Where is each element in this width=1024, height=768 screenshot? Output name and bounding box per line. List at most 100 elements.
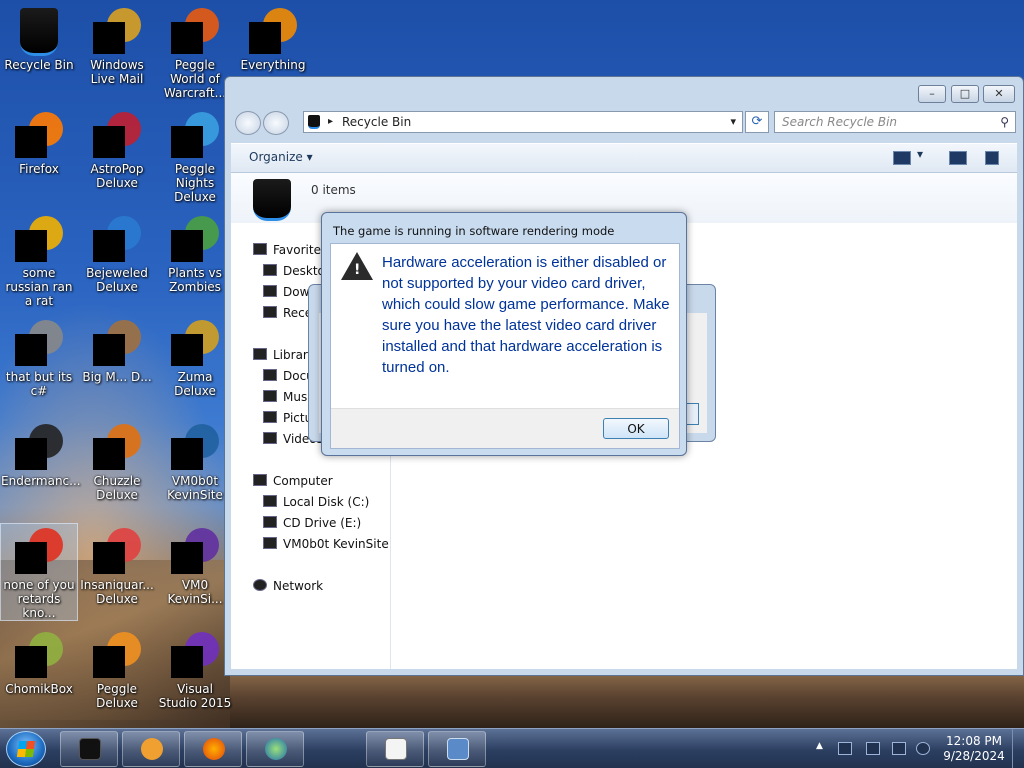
hard-drive-icon bbox=[263, 495, 277, 507]
minimize-button[interactable]: – bbox=[918, 85, 946, 103]
taskbar-recycle-bin[interactable] bbox=[60, 731, 118, 767]
nav-network[interactable]: Network bbox=[253, 579, 323, 593]
redacted-block bbox=[249, 22, 281, 54]
desktop-icon-12[interactable]: Zuma Deluxe bbox=[157, 316, 233, 398]
firefox-icon bbox=[203, 738, 225, 760]
nav-network-label: Network bbox=[273, 579, 324, 593]
volume-icon[interactable] bbox=[916, 742, 930, 755]
taskbar-firefox[interactable] bbox=[184, 731, 242, 767]
desktop-icon-16[interactable]: none of you retards kno... bbox=[0, 523, 78, 621]
redacted-block bbox=[15, 542, 47, 574]
desktop-icon-3[interactable]: Everything bbox=[235, 4, 311, 72]
desktop-icon-label: AstroPop Deluxe bbox=[90, 162, 144, 190]
desktop-icon-label: Peggle Deluxe bbox=[96, 682, 138, 710]
desktop-icon-18[interactable]: VM0 KevinSi... bbox=[157, 524, 233, 606]
search-placeholder: Search Recycle Bin bbox=[782, 115, 898, 129]
app-icon bbox=[93, 8, 141, 56]
views-icon[interactable] bbox=[893, 151, 911, 165]
desktop-icon-4[interactable]: Firefox bbox=[1, 108, 77, 176]
taskbar-download-manager[interactable] bbox=[246, 731, 304, 767]
desktop-icon-label: Windows Live Mail bbox=[90, 58, 144, 86]
clock[interactable]: 12:08 PM 9/28/2024 bbox=[934, 734, 1014, 764]
desktop-icon-15[interactable]: VM0b0t KevinSite bbox=[157, 420, 233, 502]
window-titlebar[interactable]: – □ ✕ bbox=[225, 77, 1023, 107]
system-tray: ▲ 12:08 PM 9/28/2024 bbox=[812, 729, 1024, 768]
taskbar-solitaire[interactable] bbox=[366, 731, 424, 767]
desktop-icon-21[interactable]: Visual Studio 2015 bbox=[157, 628, 233, 710]
action-center-icon[interactable] bbox=[838, 742, 852, 755]
app-icon bbox=[93, 632, 141, 680]
search-input[interactable]: Search Recycle Bin ⚲ bbox=[774, 111, 1016, 133]
views-dropdown-icon[interactable]: ▾ bbox=[917, 147, 927, 161]
show-desktop-button[interactable] bbox=[1012, 729, 1024, 768]
nav-cd-drive[interactable]: CD Drive (E:) bbox=[263, 516, 361, 530]
forward-button[interactable] bbox=[263, 111, 289, 135]
desktop-icon-9[interactable]: Plants vs Zombies bbox=[157, 212, 233, 294]
desktop-icon-19[interactable]: ChomikBox bbox=[1, 628, 77, 696]
organize-menu[interactable]: Organize ▾ bbox=[249, 150, 313, 164]
desktop-icon-7[interactable]: some russian ran a rat bbox=[1, 212, 77, 308]
recycle-bin-small-icon bbox=[308, 115, 320, 129]
back-button[interactable] bbox=[235, 111, 261, 135]
desktop-icon-6[interactable]: Peggle Nights Deluxe bbox=[157, 108, 233, 204]
redacted-block bbox=[93, 438, 125, 470]
desktop-icon-1[interactable]: Windows Live Mail bbox=[79, 4, 155, 86]
network-tray-icon[interactable] bbox=[892, 742, 906, 755]
address-dropdown-icon[interactable]: ▾ bbox=[730, 112, 736, 132]
windows-logo-icon bbox=[16, 741, 36, 757]
desktop-icon-label: some russian ran a rat bbox=[5, 266, 73, 308]
installer-icon bbox=[447, 738, 469, 760]
redacted-block bbox=[15, 646, 47, 678]
taskbar-media-player[interactable] bbox=[122, 731, 180, 767]
desktop-icon-label: Everything bbox=[240, 58, 306, 72]
desktop-icon-0[interactable]: Recycle Bin bbox=[1, 4, 77, 72]
redacted-block bbox=[171, 334, 203, 366]
libraries-icon bbox=[253, 348, 267, 360]
desktop-icon-10[interactable]: that but its c# bbox=[1, 316, 77, 398]
address-bar[interactable]: ▸ Recycle Bin ▾ bbox=[303, 111, 743, 133]
nav-favorites[interactable]: Favorites bbox=[253, 243, 327, 257]
dialog-message: Hardware acceleration is either disabled… bbox=[382, 254, 670, 376]
tray-app-icon[interactable] bbox=[866, 742, 880, 755]
redacted-block bbox=[171, 126, 203, 158]
app-icon bbox=[171, 528, 219, 576]
maximize-button[interactable]: □ bbox=[951, 85, 979, 103]
show-hidden-icons-button[interactable]: ▲ bbox=[816, 741, 823, 751]
taskbar-installer[interactable] bbox=[428, 731, 486, 767]
desktop-icon-13[interactable]: Endermanc... bbox=[1, 420, 81, 488]
item-count: 0 items bbox=[311, 183, 356, 197]
preview-pane-icon[interactable] bbox=[949, 151, 967, 165]
media-player-icon bbox=[141, 738, 163, 760]
redacted-block bbox=[93, 22, 125, 54]
desktop-icon-17[interactable]: Insaniquar... Deluxe bbox=[79, 524, 155, 606]
star-icon bbox=[253, 243, 267, 255]
desktop-icon-label: Peggle World of Warcraft... bbox=[163, 58, 227, 100]
start-button[interactable] bbox=[6, 731, 46, 767]
nav-local-disk[interactable]: Local Disk (C:) bbox=[263, 495, 369, 509]
desktop-icon-label: ChomikBox bbox=[5, 682, 73, 696]
redacted-block bbox=[171, 542, 203, 574]
app-icon bbox=[15, 528, 63, 576]
downloads-icon bbox=[263, 285, 277, 297]
redacted-block bbox=[93, 334, 125, 366]
download-manager-icon bbox=[265, 738, 287, 760]
desktop-icon-5[interactable]: AstroPop Deluxe bbox=[79, 108, 155, 190]
close-button[interactable]: ✕ bbox=[983, 85, 1015, 103]
refresh-icon: ⟳ bbox=[751, 114, 763, 129]
desktop-icon-20[interactable]: Peggle Deluxe bbox=[79, 628, 155, 710]
app-icon bbox=[249, 8, 297, 56]
desktop-icon-2[interactable]: Peggle World of Warcraft... bbox=[157, 4, 233, 100]
desktop-icon-11[interactable]: Big M... D... bbox=[79, 316, 155, 384]
warning-dialog: The game is running in software renderin… bbox=[321, 212, 687, 456]
nav-computer[interactable]: Computer bbox=[253, 474, 333, 488]
app-icon bbox=[93, 424, 141, 472]
desktop-icon-8[interactable]: Bejeweled Deluxe bbox=[79, 212, 155, 294]
app-icon bbox=[15, 112, 63, 160]
redacted-block bbox=[15, 334, 47, 366]
nav-network-drive[interactable]: VM0b0t KevinSite bbox=[263, 537, 389, 551]
help-icon[interactable] bbox=[985, 151, 999, 165]
refresh-button[interactable]: ⟳ bbox=[745, 111, 769, 133]
dialog-body: ! Hardware acceleration is either disabl… bbox=[330, 243, 680, 449]
ok-button[interactable]: OK bbox=[603, 418, 669, 439]
desktop-icon-14[interactable]: Chuzzle Deluxe bbox=[79, 420, 155, 502]
